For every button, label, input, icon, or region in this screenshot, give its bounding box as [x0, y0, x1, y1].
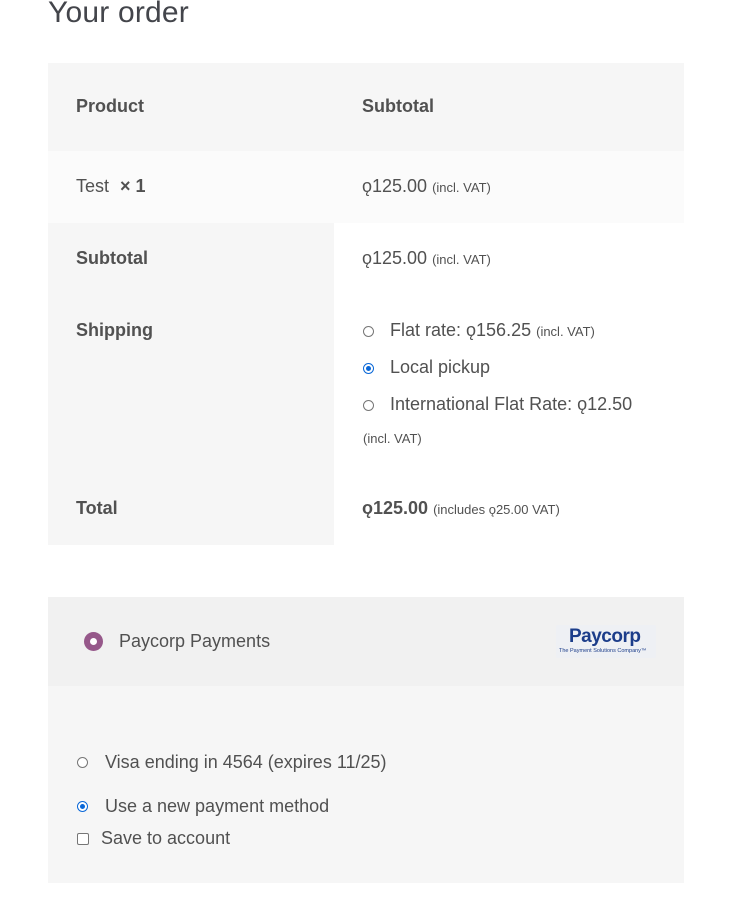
table-header-row: Product Subtotal: [48, 63, 684, 151]
item-name: Test × 1: [76, 176, 146, 197]
paycorp-logo: Paycorp The Payment Solutions Company™: [556, 625, 656, 658]
subtotal-label: Subtotal: [76, 248, 148, 268]
total-amount: ǫ125.00 (includes ǫ25.00 VAT): [362, 498, 560, 519]
paycorp-method-radio[interactable]: [84, 632, 103, 651]
page-title: Your order: [48, 0, 189, 29]
shipping-option-flat-rate-radio[interactable]: [363, 326, 374, 337]
shipping-option-flat-rate-label: Flat rate: ǫ156.25: [390, 320, 532, 340]
item-price-value: ǫ125.00: [362, 176, 428, 196]
saved-card-label[interactable]: Visa ending in 4564 (expires 11/25): [105, 752, 387, 773]
table-row: Test × 1 ǫ125.00 (incl. VAT): [48, 151, 684, 223]
save-to-account-label[interactable]: Save to account: [101, 828, 230, 849]
shipping-option-international-tax-note: (incl. VAT): [363, 431, 422, 446]
paycorp-method-label[interactable]: Paycorp Payments: [119, 631, 270, 652]
order-review-table: Product Subtotal Test × 1 ǫ125.00 (incl.…: [48, 63, 684, 545]
shipping-option-local-pickup-label[interactable]: Local pickup: [390, 357, 490, 378]
subtotal-amount: ǫ125.00 (incl. VAT): [362, 248, 491, 269]
paycorp-logo-tagline: The Payment Solutions Company™: [559, 648, 647, 654]
item-name-text: Test: [76, 176, 110, 196]
new-payment-method-label[interactable]: Use a new payment method: [105, 796, 329, 817]
totals-label-column: [48, 223, 334, 545]
payment-method-header: Paycorp Payments Paycorp The Payment Sol…: [48, 597, 684, 686]
item-price: ǫ125.00 (incl. VAT): [362, 176, 491, 197]
shipping-option-flat-rate[interactable]: Flat rate: ǫ156.25 (incl. VAT): [390, 320, 595, 341]
payment-section: Paycorp Payments Paycorp The Payment Sol…: [48, 597, 684, 883]
total-label: Total: [76, 498, 118, 518]
shipping-label: Shipping: [76, 320, 153, 340]
product-column-header: Product: [76, 96, 145, 116]
new-payment-method-radio[interactable]: [77, 801, 88, 812]
subtotal-column-header: Subtotal: [362, 96, 434, 116]
saved-card-radio[interactable]: [77, 757, 88, 768]
subtotal-tax-note: (incl. VAT): [432, 252, 491, 267]
total-value: ǫ125.00: [362, 498, 429, 518]
save-to-account-checkbox[interactable]: [77, 833, 89, 845]
shipping-option-flat-rate-tax-note: (incl. VAT): [536, 324, 595, 339]
subtotal-value: ǫ125.00: [362, 248, 428, 268]
total-tax-note: (includes ǫ25.00 VAT): [433, 502, 560, 517]
shipping-option-international-label[interactable]: International Flat Rate: ǫ12.50: [390, 394, 632, 415]
item-quantity: × 1: [120, 176, 146, 196]
shipping-option-local-pickup-radio[interactable]: [363, 363, 374, 374]
item-tax-note: (incl. VAT): [432, 180, 491, 195]
paycorp-logo-text: Paycorp: [569, 626, 641, 647]
shipping-option-international-radio[interactable]: [363, 400, 374, 411]
